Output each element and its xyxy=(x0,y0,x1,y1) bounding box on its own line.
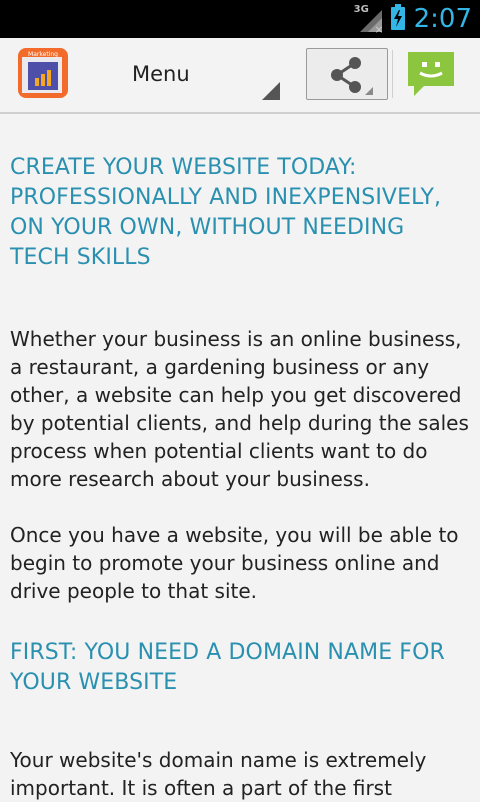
spinner-dropdown-icon[interactable] xyxy=(262,82,280,100)
chat-bubble-icon xyxy=(408,52,454,96)
section-heading: CREATE YOUR WEBSITE TODAY: PROFESSIONALL… xyxy=(10,155,442,270)
share-icon xyxy=(331,57,373,95)
app-logo-icon[interactable]: Marketing xyxy=(18,48,68,98)
battery-charging-icon xyxy=(390,4,406,34)
paragraph: Your website's domain name is extremely … xyxy=(10,748,427,800)
article-content: CREATE YOUR WEBSITE TODAY: PROFESSIONALL… xyxy=(10,112,470,802)
clock: 2:07 xyxy=(413,4,472,34)
action-divider xyxy=(392,50,393,98)
share-button[interactable] xyxy=(306,48,388,100)
signal-icon: 3G × xyxy=(353,4,384,36)
menu-spinner-label[interactable]: Menu xyxy=(132,62,190,86)
svg-text:Marketing: Marketing xyxy=(28,51,58,58)
paragraph: Once you have a website, you will be abl… xyxy=(10,523,459,603)
section-heading: FIRST: YOU NEED A DOMAIN NAME FOR YOUR W… xyxy=(10,640,445,695)
status-icons: 3G × 2:07 xyxy=(354,0,472,38)
paragraph: Whether your business is an online busin… xyxy=(10,327,469,491)
sms-chat-button[interactable] xyxy=(402,48,464,102)
status-bar: 3G × 2:07 xyxy=(0,0,480,38)
action-bar: Marketing Menu xyxy=(0,38,480,114)
